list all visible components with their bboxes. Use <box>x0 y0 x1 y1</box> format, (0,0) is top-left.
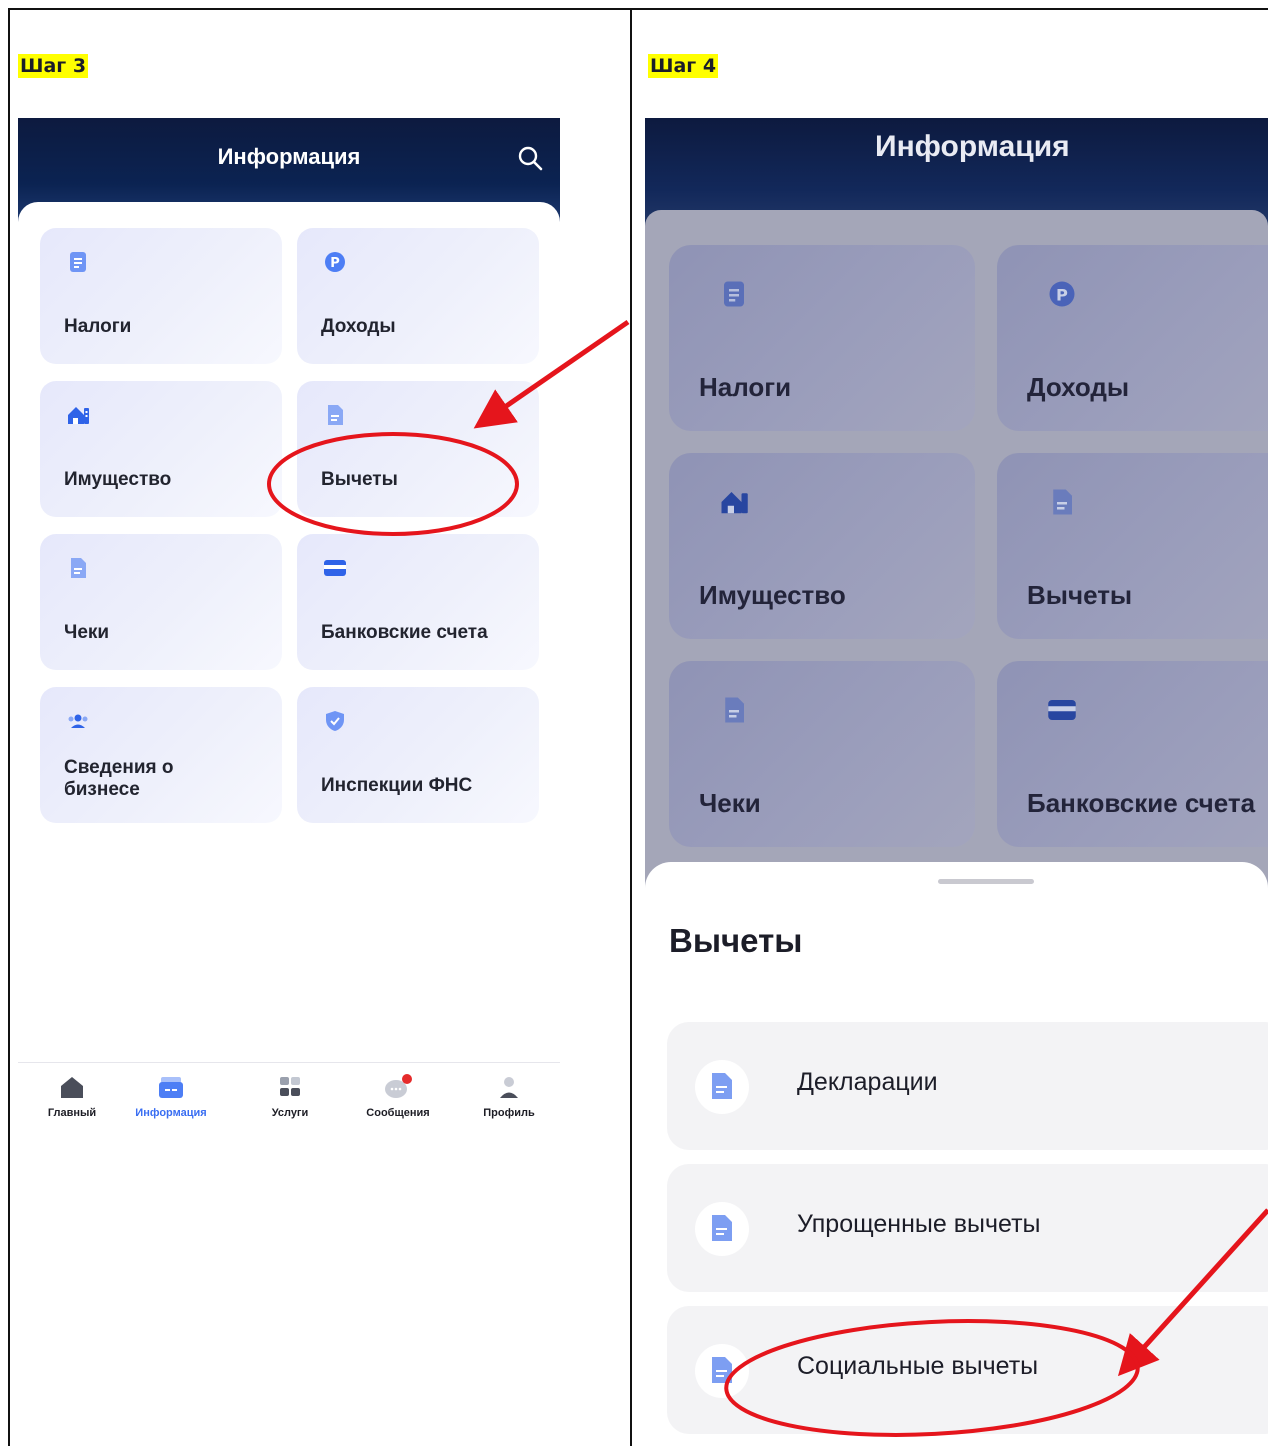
screen-step-4: Информация Налоги P Доходы Имущество Выч… <box>645 118 1268 1446</box>
content-sheet: Налоги P Доходы Имущество Вычеты Чеки Ба… <box>18 202 560 1148</box>
tile-fns-inspections[interactable]: Инспекции ФНС <box>297 687 539 823</box>
dimmed-background: Налоги P Доходы Имущество Вычеты Чеки Ба… <box>645 210 1268 890</box>
row-social-deductions[interactable]: Социальные вычеты <box>667 1306 1268 1434</box>
tile-receipts: Чеки <box>669 661 975 847</box>
screen-step-3: Информация Налоги P Доходы Имущество Выч… <box>18 118 560 1148</box>
document-icon <box>70 252 86 272</box>
tile-label: Вычеты <box>321 469 398 491</box>
row-icon-circle <box>695 1202 749 1256</box>
tile-label: Вычеты <box>1027 580 1133 611</box>
tile-property[interactable]: Имущество <box>40 381 282 517</box>
person-icon <box>500 1077 518 1098</box>
document-icon <box>724 281 744 307</box>
ruble-coin-icon: P <box>325 252 345 272</box>
bank-card-icon <box>1048 700 1076 720</box>
bottom-sheet: Вычеты Декларации Упрощенные вычеты Соци… <box>645 862 1268 1446</box>
tile-taxes: Налоги <box>669 245 975 431</box>
tile-business-info[interactable]: Сведения о бизнесе <box>40 687 282 823</box>
nav-item-services[interactable]: Услуги <box>236 1073 344 1119</box>
house-icon <box>68 407 89 424</box>
tile-label: Чеки <box>699 788 761 819</box>
ruble-coin-icon: P <box>1049 281 1075 307</box>
nav-label: Профиль <box>483 1107 535 1119</box>
receipt-icon <box>725 697 744 723</box>
row-icon-circle <box>695 1344 749 1398</box>
tile-label: Доходы <box>321 316 396 338</box>
house-icon <box>721 492 748 514</box>
tile-label: Налоги <box>699 372 792 403</box>
header-title: Информация <box>875 130 1070 163</box>
svg-text:P: P <box>330 256 340 271</box>
home-icon <box>61 1077 83 1098</box>
tile-property: Имущество <box>669 453 975 639</box>
step-3-label: Шаг 3 <box>18 54 89 78</box>
tile-income: P Доходы <box>997 245 1268 431</box>
step-4-label: Шаг 4 <box>648 54 719 78</box>
tile-bank-accounts: Банковские счета <box>997 661 1268 847</box>
svg-text:P: P <box>1056 285 1068 304</box>
column-divider <box>630 8 632 1446</box>
people-group-icon <box>68 714 88 728</box>
tile-label-line-1: Сведения о <box>64 757 174 779</box>
document-icon <box>328 405 343 425</box>
tile-label: Банковские счета <box>1027 788 1256 819</box>
nav-label: Услуги <box>271 1107 309 1119</box>
sheet-grabber[interactable] <box>938 879 1034 884</box>
document-icon <box>712 1357 732 1383</box>
nav-item-home[interactable]: Главный <box>18 1073 126 1119</box>
sheet-title: Вычеты <box>669 922 803 959</box>
header-title: Информация <box>217 144 361 169</box>
row-simplified-deductions[interactable]: Упрощенные вычеты <box>667 1164 1268 1292</box>
document-icon <box>1053 489 1072 515</box>
row-icon-circle <box>695 1060 749 1114</box>
shield-check-icon <box>326 711 344 731</box>
tile-deductions[interactable]: Вычеты <box>297 381 539 517</box>
nav-item-information[interactable]: Информация <box>117 1073 225 1119</box>
row-label: Декларации <box>797 1068 938 1096</box>
bottom-nav: Главный Информация Услуги Сообщения Проф… <box>18 1062 560 1148</box>
tile-deductions: Вычеты <box>997 453 1268 639</box>
tile-income[interactable]: P Доходы <box>297 228 539 364</box>
bank-card-icon <box>324 560 346 576</box>
tile-label: Имущество <box>699 580 846 611</box>
tile-label: Чеки <box>64 622 110 644</box>
chat-bubble-icon <box>385 1074 412 1098</box>
nav-label: Главный <box>47 1107 97 1119</box>
tile-label: Налоги <box>64 316 132 338</box>
nav-item-profile[interactable]: Профиль <box>455 1073 560 1119</box>
row-label: Упрощенные вычеты <box>797 1210 1041 1238</box>
document-icon <box>712 1073 732 1099</box>
tile-label-line-2: бизнесе <box>64 779 140 801</box>
tile-label: Доходы <box>1027 372 1130 403</box>
nav-label: Информация <box>135 1107 207 1119</box>
notification-badge <box>402 1074 412 1084</box>
tile-label: Инспекции ФНС <box>321 775 473 797</box>
tile-bank-accounts[interactable]: Банковские счета <box>297 534 539 670</box>
search-icon[interactable] <box>516 144 544 172</box>
folder-icon <box>159 1077 183 1098</box>
tile-receipts[interactable]: Чеки <box>40 534 282 670</box>
tile-label: Имущество <box>64 469 172 491</box>
row-declarations[interactable]: Декларации <box>667 1022 1268 1150</box>
row-label: Социальные вычеты <box>797 1352 1039 1380</box>
receipt-icon <box>71 558 86 578</box>
tile-label: Банковские счета <box>321 622 488 644</box>
tile-label: Сведения о бизнесе <box>64 757 173 801</box>
nav-item-messages[interactable]: Сообщения <box>344 1073 452 1119</box>
nav-label: Сообщения <box>366 1107 430 1119</box>
document-icon <box>712 1215 732 1241</box>
grid-icon <box>280 1077 300 1096</box>
tile-taxes[interactable]: Налоги <box>40 228 282 364</box>
